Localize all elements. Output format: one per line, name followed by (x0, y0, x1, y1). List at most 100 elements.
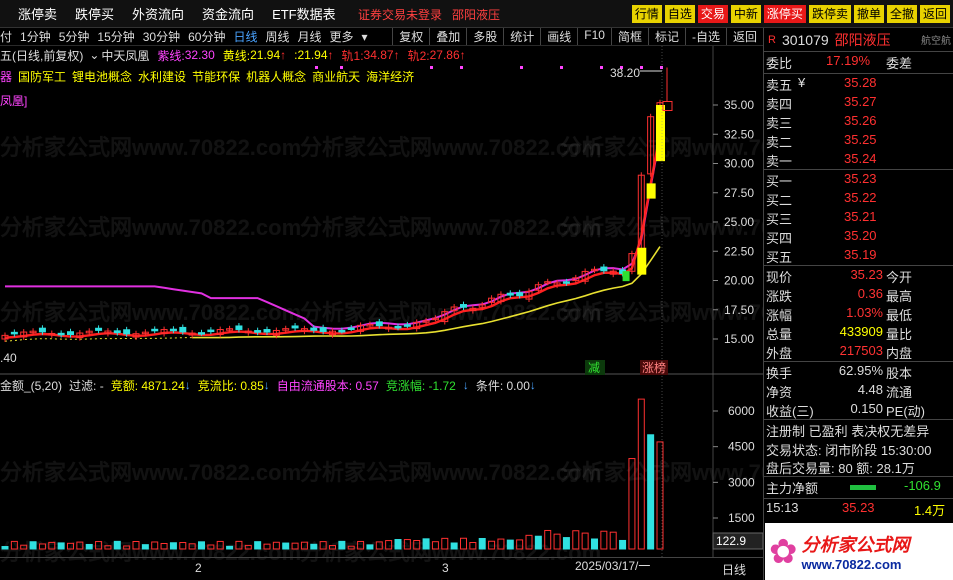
btn-dietingmai[interactable]: 跌停卖 (808, 5, 851, 23)
btn-jiankuang[interactable]: 简框 (610, 28, 648, 45)
industry-tab[interactable]: 航空航 (921, 32, 951, 47)
stat-value: 62.95% (838, 363, 883, 378)
order-row[interactable]: 买四 35.20 (764, 227, 953, 246)
order-row[interactable]: 卖一 35.24 (764, 150, 953, 169)
r-badge: R (768, 33, 776, 46)
btn-jiaoyi[interactable]: 交易 (697, 5, 728, 23)
yen-icon: ¥ (798, 75, 806, 90)
dotted-line-series (4, 337, 193, 342)
order-row[interactable]: 卖二 35.25 (764, 131, 953, 150)
order-price: 35.26 (844, 113, 877, 128)
btn-fanhui-top[interactable]: 返回 (919, 5, 950, 23)
candle-body (347, 327, 355, 330)
stat-value: 217503 (839, 343, 883, 358)
order-price: 35.27 (844, 94, 877, 109)
volume-bar (562, 537, 570, 550)
candle-body (460, 304, 467, 308)
low-price-label: .40 (0, 351, 17, 365)
volume-bar (394, 539, 402, 550)
order-row[interactable]: 买一 35.23 (764, 170, 953, 189)
price-tick: 27.50 (724, 186, 754, 200)
order-row[interactable]: 买二 35.22 (764, 189, 953, 208)
candle-body (113, 330, 121, 334)
btn-zhangtingmai[interactable]: 涨停买 (763, 5, 806, 23)
watermark-text: 分析家公式网www.70822.com (300, 135, 601, 160)
volume-tick: 1500 (728, 511, 755, 525)
stock-name-top: 邵阳液压 (452, 7, 501, 22)
order-level: 卖一 (766, 154, 793, 169)
watermark-text: 分析家公式网www.70822.com (300, 215, 601, 240)
order-row[interactable]: 卖四 35.27 (764, 93, 953, 112)
volume-tick: 6000 (728, 404, 755, 418)
btn-diejia[interactable]: 叠加 (429, 28, 466, 45)
quote-panel: R 301079 邵阳液压 航空航 委比 17.19% 委差 卖五 ¥35.28 卖… (763, 28, 953, 580)
btn-biaoji[interactable]: 标记 (647, 28, 685, 45)
period-1min[interactable]: 1分钟 (20, 28, 51, 45)
stat-row: 总量 433909 量比 (764, 323, 953, 342)
period-more[interactable]: 更多 (330, 28, 354, 45)
login-status[interactable]: 证券交易未登录 (358, 6, 442, 23)
btn-duogu[interactable]: 多股 (466, 28, 503, 45)
order-row[interactable]: 买五 35.19 (764, 246, 953, 265)
candle-body (403, 324, 411, 327)
stat-label-right: 内盘 (886, 346, 913, 361)
stat-label-right: PE(动) (886, 404, 926, 419)
btn-tongji[interactable]: 统计 (503, 28, 540, 45)
kline-chart[interactable]: 分析家公式网www.70822.com分析家公式网www.70822.com分析… (0, 46, 763, 580)
period-weekly[interactable]: 周线 (265, 28, 289, 45)
stock-name[interactable]: 邵阳液压 (835, 30, 891, 50)
candle-body (310, 327, 318, 331)
quote-stats-2: 换手 62.95% 股本 净资 4.48 流通 收益(三) 0.150 PE(动) (764, 362, 953, 420)
price-tick: 32.50 (724, 127, 754, 141)
stock-code[interactable]: 301079 (782, 32, 829, 48)
volume-bar (534, 535, 542, 550)
trade-info: 交易状态: 闭市阶段 15:30:00 盘后交易量: 80 额: 28.1万 (764, 439, 953, 477)
concept-item: 水利建设 (138, 69, 187, 84)
period-prefix[interactable]: 付 (0, 28, 12, 45)
menu-item-waizi[interactable]: 外资流向 (132, 4, 184, 23)
candle-body (394, 325, 402, 329)
btn-zixuan-chart[interactable]: -自选 (684, 28, 726, 45)
btn-fuquan[interactable]: 复权 (392, 28, 429, 45)
period-30min[interactable]: 30分钟 (143, 28, 180, 45)
btn-f10[interactable]: F10 (577, 28, 611, 45)
order-row[interactable]: 买三 35.21 (764, 208, 953, 227)
order-row[interactable]: 卖三 35.26 (764, 112, 953, 131)
stat-row: 涨跌 0.36 最高 (764, 285, 953, 304)
period-monthly[interactable]: 月线 (298, 28, 322, 45)
quote-header: R 301079 邵阳液压 航空航 (764, 28, 953, 52)
period-daily[interactable]: 日线 (233, 28, 257, 45)
arrow-up-icon: ↑ (459, 48, 466, 62)
period-15min[interactable]: 15分钟 (97, 28, 134, 45)
top-menu-bar: 涨停卖 跌停买 外资流向 资金流向 ETF数据表 证券交易未登录 邵阳液压 行情… (0, 0, 953, 28)
period-5min[interactable]: 5分钟 (59, 28, 90, 45)
stat-row: 涨幅 1.03% 最低 (764, 304, 953, 323)
candle-body (67, 331, 74, 336)
order-price: 35.23 (844, 171, 877, 186)
btn-zixuan[interactable]: 自选 (664, 5, 695, 23)
menu-item-etf[interactable]: ETF数据表 (272, 4, 336, 23)
volume-bar (478, 537, 486, 550)
order-price: 35.21 (844, 209, 877, 224)
chevron-down-icon[interactable]: ▾ (362, 30, 368, 44)
btn-huaxian[interactable]: 画线 (540, 28, 577, 45)
concept-item: 锂电池概念 (72, 69, 133, 84)
menu-item-dietingmai[interactable]: 跌停买 (75, 4, 114, 23)
btn-zhongxin[interactable]: 中新 (730, 5, 761, 23)
tag-zhangting: 涨榜 (642, 360, 666, 375)
reg-info: 注册制 已盈利 表决权无差异 (766, 424, 930, 439)
btn-quanche[interactable]: 全撤 (886, 5, 917, 23)
arrow-down-icon: ↓ (263, 378, 270, 392)
menu-item-zijin[interactable]: 资金流向 (202, 4, 254, 23)
period-60min[interactable]: 60分钟 (188, 28, 225, 45)
btn-fanhui-chart[interactable]: 返回 (725, 28, 763, 45)
month-label: 3 (442, 561, 449, 575)
btn-chedan[interactable]: 撤单 (853, 5, 884, 23)
indicator-cond: 条件: 0.00 (475, 378, 530, 393)
order-row[interactable]: 卖五 ¥35.28 (764, 74, 953, 93)
btn-hangqing[interactable]: 行情 (631, 5, 662, 23)
chevron-down-icon[interactable]: ⌄ (89, 48, 99, 62)
menu-item-zhangtingmai[interactable]: 涨停卖 (18, 4, 57, 23)
order-level: 卖二 (766, 135, 793, 150)
volume-bar (169, 542, 177, 550)
